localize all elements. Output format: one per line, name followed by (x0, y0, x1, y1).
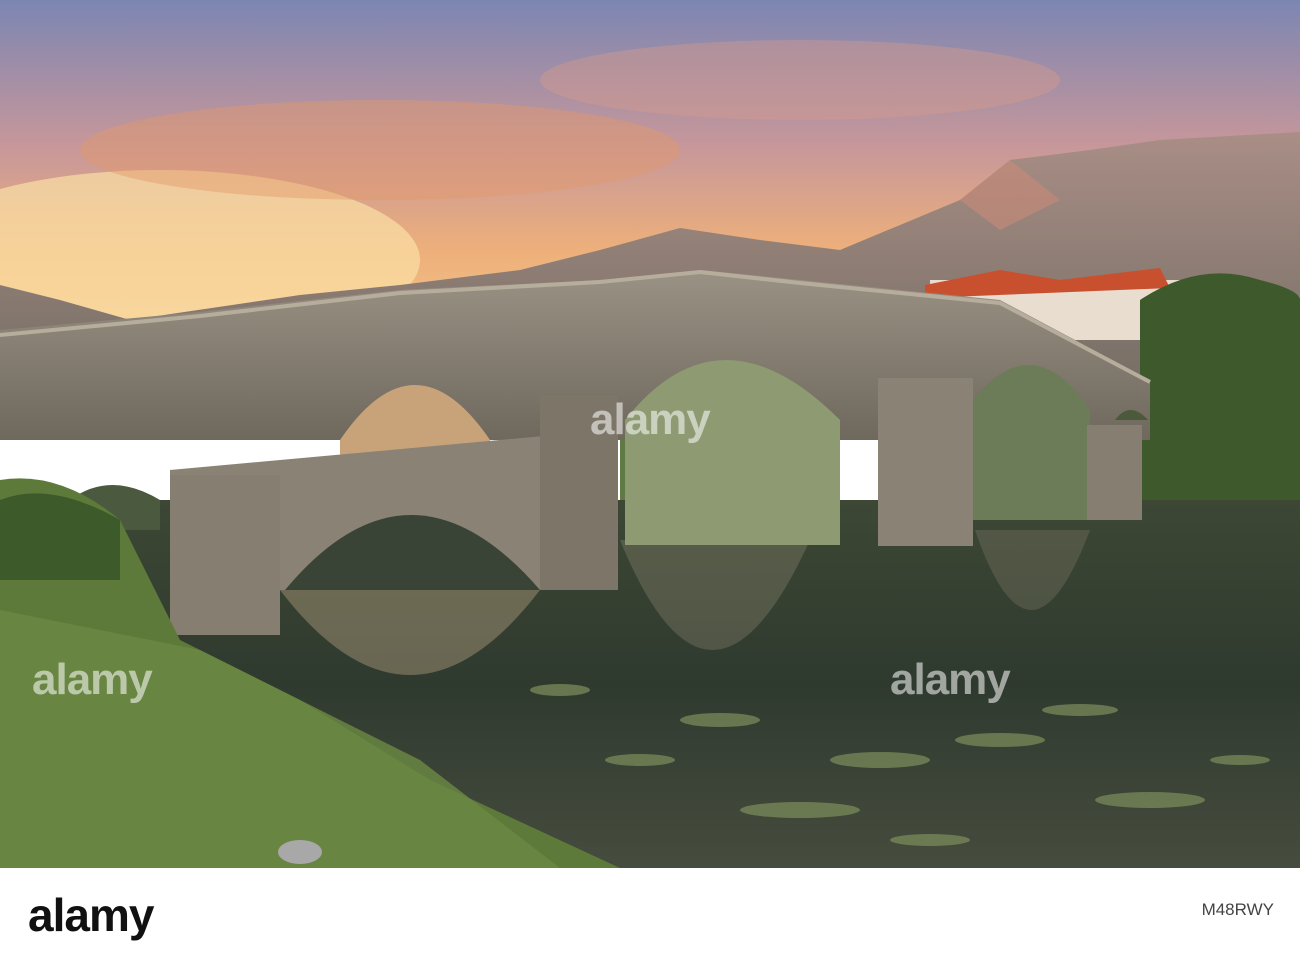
bridge-photo (0, 0, 1300, 868)
pier (878, 378, 973, 546)
pier (170, 475, 280, 635)
pier (540, 395, 618, 590)
image-id: M48RWY (1201, 900, 1274, 919)
pier (1087, 425, 1142, 520)
footer-bar: alamy M48RWY (0, 868, 1300, 956)
brand-logo: alamy (28, 889, 154, 941)
